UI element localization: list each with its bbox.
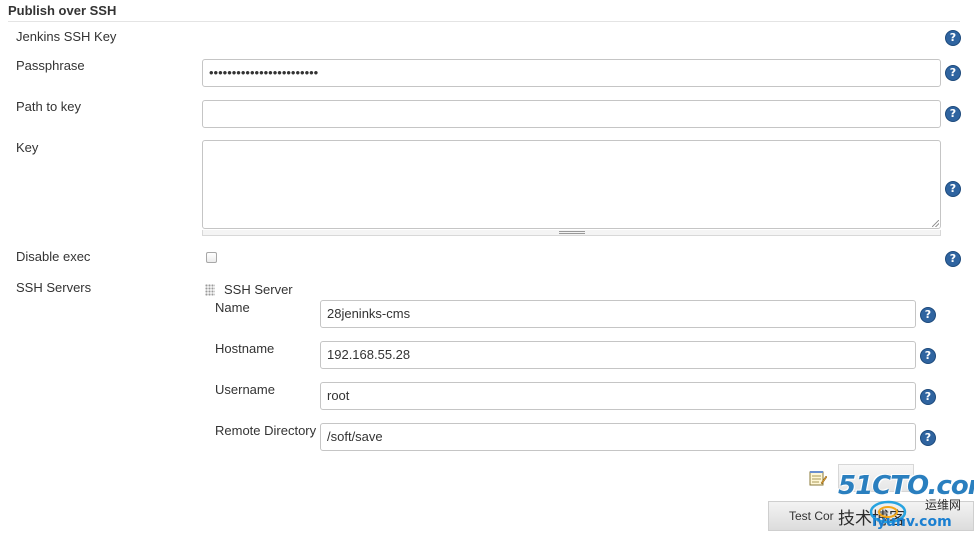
key-help-icon[interactable]: ? (945, 181, 961, 197)
resize-bar-grip (558, 231, 585, 234)
disable-exec-help-icon[interactable]: ? (945, 251, 961, 267)
passphrase-field[interactable]: •••••••••••••••••••••••• (202, 59, 941, 87)
hostname-help-icon[interactable]: ? (920, 348, 936, 364)
username-field[interactable]: root (320, 382, 916, 410)
server-name-label: Name (215, 300, 250, 315)
ssh-server-title: SSH Server (224, 282, 293, 297)
username-label: Username (215, 382, 275, 397)
section-title: Publish over SSH (8, 3, 117, 18)
hostname-field[interactable]: 192.168.55.28 (320, 341, 916, 369)
path-to-key-label: Path to key (16, 99, 82, 114)
username-help-icon[interactable]: ? (920, 389, 936, 405)
remote-directory-help-icon[interactable]: ? (920, 430, 936, 446)
hostname-label: Hostname (215, 341, 275, 356)
server-name-help-icon[interactable]: ? (920, 307, 936, 323)
textarea-resize-grip[interactable] (932, 220, 939, 227)
disable-exec-checkbox[interactable] (206, 252, 217, 263)
watermark-tagline-secondary: 运维网 (925, 498, 962, 512)
key-textarea-resize-bar[interactable] (202, 230, 941, 236)
remote-directory-field[interactable]: /soft/save (320, 423, 916, 451)
section-divider (8, 21, 960, 22)
key-label: Key (16, 140, 39, 155)
drag-handle-icon[interactable] (205, 284, 215, 296)
key-textarea[interactable] (202, 140, 941, 229)
passphrase-label: Passphrase (16, 58, 85, 73)
path-to-key-help-icon[interactable]: ? (945, 106, 961, 122)
ssh-servers-label: SSH Servers (16, 280, 92, 295)
path-to-key-field[interactable] (202, 100, 941, 128)
server-name-field[interactable]: 28jeninks-cms (320, 300, 916, 328)
jenkins-ssh-key-label: Jenkins SSH Key (16, 29, 117, 44)
passphrase-help-icon[interactable]: ? (945, 65, 961, 81)
remote-directory-label: Remote Directory (215, 423, 317, 438)
notepad-icon[interactable] (809, 470, 827, 486)
disable-exec-label: Disable exec (16, 249, 91, 264)
jenkins-ssh-key-help-icon[interactable]: ? (945, 30, 961, 46)
watermark-url: iyunv.com (872, 514, 952, 530)
